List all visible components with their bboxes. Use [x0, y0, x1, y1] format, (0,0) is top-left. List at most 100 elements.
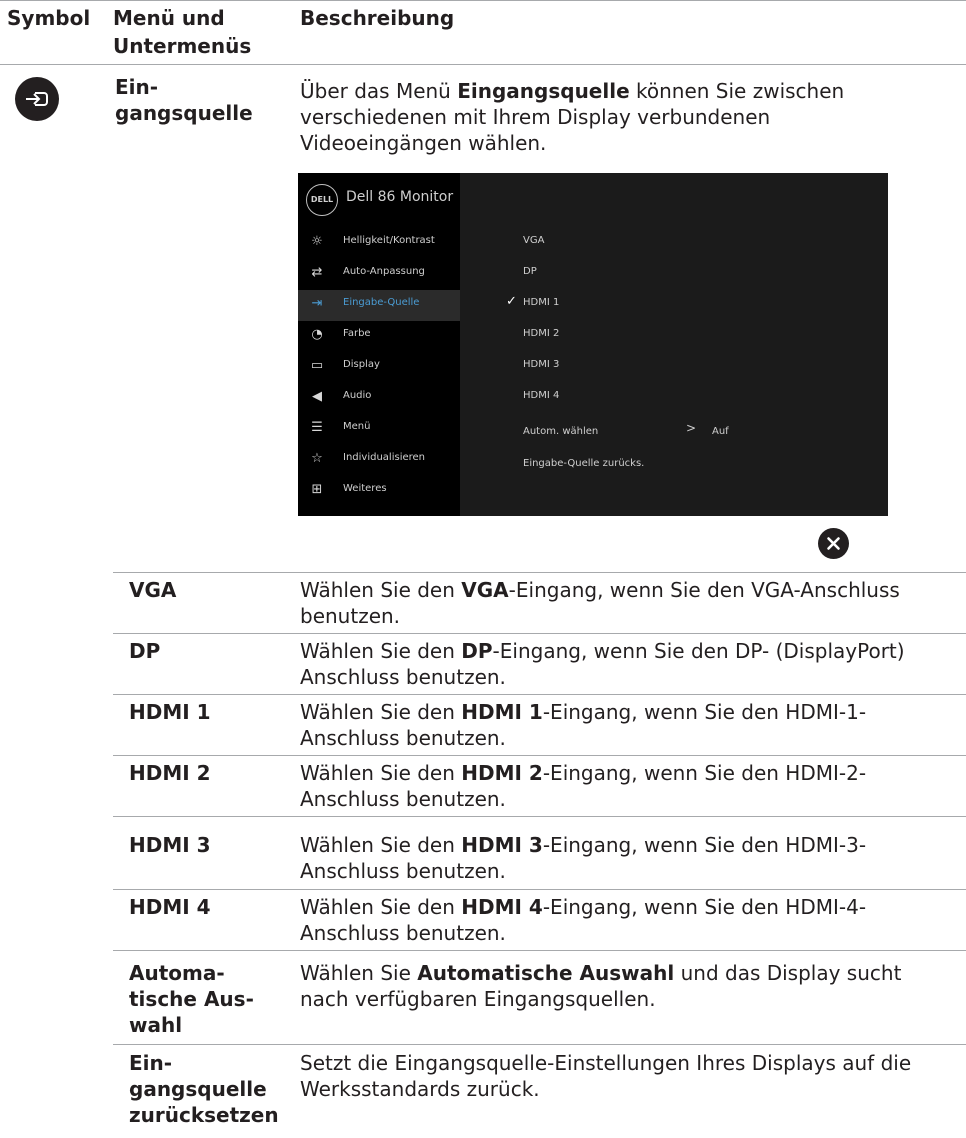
header-symbol: Symbol	[7, 6, 91, 30]
row-desc-line2: Anschluss benutzen.	[300, 859, 506, 883]
osd-menu-label: Farbe	[343, 328, 371, 339]
row-label: HDMI 2	[129, 761, 211, 785]
auto-select-label-line3: wahl	[129, 1013, 183, 1037]
row-desc-line2: nach verfügbaren Eingangsquellen.	[300, 987, 656, 1011]
row-desc-text: -Eingang, wenn Sie den HDMI-1-	[542, 700, 867, 724]
input-source-label: Ein- gangsquelle	[115, 74, 253, 126]
osd-menu-label: Menü	[343, 421, 371, 432]
close-icon	[827, 537, 840, 550]
osd-menu-label: Audio	[343, 390, 372, 401]
desc-pre: Über das Menü	[300, 79, 458, 103]
header-menu-line1: Menü und	[113, 6, 225, 30]
desc-post: können Sie zwischen	[629, 79, 845, 103]
osd-option-reset-input[interactable]: Eingabe-Quelle zurücks.	[523, 458, 644, 469]
row-description: Wählen Sie den HDMI 4-Eingang, wenn Sie …	[300, 894, 965, 946]
header-menu: Menü und Untermenüs	[113, 4, 251, 60]
osd-menu-personalize[interactable]: ☆ Individualisieren	[298, 445, 460, 476]
input-source-description: Über das Menü Eingangsquelle können Sie …	[300, 78, 965, 156]
row-desc-line2: Anschluss benutzen.	[300, 726, 506, 750]
osd-menu-color[interactable]: ◔ Farbe	[298, 321, 460, 352]
row-desc-text: Wählen Sie den	[300, 639, 462, 663]
row-desc-line2: Anschluss benutzen.	[300, 665, 506, 689]
osd-menu-brightness[interactable]: ☼ Helligkeit/Kontrast	[298, 228, 460, 259]
osd-menu-auto-adjust[interactable]: ⇄ Auto-Anpassung	[298, 259, 460, 290]
row-desc-text: -Eingang, wenn Sie den HDMI-4-	[542, 895, 867, 919]
row-desc-bold: HDMI 1	[461, 700, 543, 724]
row-desc-bold: Automatische Auswahl	[417, 961, 675, 985]
osd-menu-label: Helligkeit/Kontrast	[343, 235, 435, 246]
osd-menu-menu[interactable]: ☰ Menü	[298, 414, 460, 445]
row-desc-line1: Setzt die Eingangsquelle-Einstellungen I…	[300, 1051, 912, 1075]
row-desc-line2: Anschluss benutzen.	[300, 921, 506, 945]
osd-menu-label: Display	[343, 359, 380, 370]
row-rule	[113, 1044, 966, 1045]
row-desc-bold: DP	[461, 639, 493, 663]
check-icon: ✓	[506, 294, 517, 309]
osd-option-dp[interactable]: DP	[523, 266, 537, 277]
audio-icon: ◀	[312, 389, 322, 404]
osd-option-hdmi1[interactable]: HDMI 1	[523, 297, 559, 308]
row-rule	[113, 755, 966, 756]
auto-select-label-line2: tische Aus-	[129, 987, 254, 1011]
auto-select-label: Automa- tische Aus- wahl	[129, 960, 254, 1038]
others-icon: ⊞	[311, 482, 323, 497]
dell-logo: DELL	[306, 184, 338, 216]
row-desc-text: und das Display sucht	[674, 961, 902, 985]
row-desc-text: Wählen Sie den	[300, 761, 462, 785]
row-desc-text: -Eingang, wenn Sie den HDMI-3-	[542, 833, 867, 857]
row-rule	[113, 816, 966, 817]
osd-option-auto-select[interactable]: Autom. wählen	[523, 426, 598, 437]
osd-menu-panel: DELL Dell 86 Monitor ☼ Helligkeit/Kontra…	[298, 173, 460, 516]
osd-menu-display[interactable]: ▭ Display	[298, 352, 460, 383]
row-description: Wählen Sie den HDMI 3-Eingang, wenn Sie …	[300, 832, 965, 884]
osd-menu-others[interactable]: ⊞ Weiteres	[298, 476, 460, 507]
row-desc-line2: Anschluss benutzen.	[300, 787, 506, 811]
auto-select-description: Wählen Sie Automatische Auswahl und das …	[300, 960, 965, 1012]
row-desc-text: Wählen Sie den	[300, 833, 462, 857]
header-rule	[0, 64, 966, 65]
row-rule	[113, 572, 966, 573]
osd-option-hdmi4[interactable]: HDMI 4	[523, 390, 559, 401]
osd-menu-input-source[interactable]: ⇥ Eingabe-Quelle	[298, 290, 460, 321]
row-description: Wählen Sie den DP-Eingang, wenn Sie den …	[300, 638, 965, 690]
row-desc-text: Wählen Sie	[300, 961, 418, 985]
desc-bold: Eingangsquelle	[457, 79, 630, 103]
osd-option-hdmi2[interactable]: HDMI 2	[523, 328, 559, 339]
color-icon: ◔	[311, 327, 323, 342]
input-source-icon: ⇥	[311, 296, 323, 311]
row-label: HDMI 3	[129, 833, 211, 857]
row-desc-text: -Eingang, wenn Sie den VGA-Anschluss	[508, 578, 900, 602]
row-desc-bold: HDMI 2	[461, 761, 543, 785]
close-button[interactable]	[818, 528, 849, 559]
row-label: DP	[129, 639, 161, 663]
osd-menu-label: Eingabe-Quelle	[343, 297, 420, 308]
osd-title: Dell 86 Monitor	[346, 189, 454, 205]
desc-line3: Videoeingängen wählen.	[300, 131, 547, 155]
row-description: Wählen Sie den HDMI 1-Eingang, wenn Sie …	[300, 699, 965, 751]
menu-icon: ☰	[311, 420, 323, 435]
row-desc-line2: benutzen.	[300, 604, 401, 628]
auto-select-label-line1: Automa-	[129, 961, 225, 985]
star-icon: ☆	[311, 451, 323, 466]
input-source-icon	[26, 92, 48, 106]
chevron-right-icon: >	[686, 421, 697, 435]
osd-option-hdmi3[interactable]: HDMI 3	[523, 359, 559, 370]
row-rule	[113, 694, 966, 695]
display-icon: ▭	[310, 358, 324, 373]
reset-input-label-line1: Ein-	[129, 1051, 173, 1075]
reset-input-description: Setzt die Eingangsquelle-Einstellungen I…	[300, 1050, 965, 1102]
osd-menu-label: Auto-Anpassung	[343, 266, 425, 277]
input-source-label-line2: gangsquelle	[115, 101, 253, 125]
auto-adjust-icon: ⇄	[311, 265, 323, 280]
osd-menu-audio[interactable]: ◀ Audio	[298, 383, 460, 414]
row-rule	[113, 633, 966, 634]
row-desc-text: Wählen Sie den	[300, 895, 462, 919]
osd-option-vga[interactable]: VGA	[523, 235, 544, 246]
row-description: Wählen Sie den VGA-Eingang, wenn Sie den…	[300, 577, 965, 629]
row-desc-bold: HDMI 3	[461, 833, 543, 857]
input-source-label-line1: Ein-	[115, 75, 159, 99]
top-rule	[0, 0, 966, 1]
reset-input-label-line2: gangsquelle	[129, 1077, 267, 1101]
header-menu-line2: Untermenüs	[113, 34, 252, 58]
row-rule	[113, 889, 966, 890]
